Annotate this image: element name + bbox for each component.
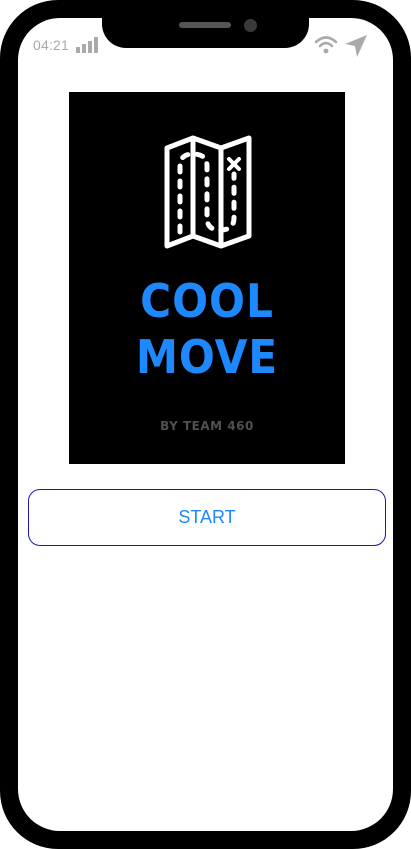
wifi-icon: [314, 36, 338, 54]
status-time: 04:21: [33, 37, 70, 53]
byline: BY TEAM 460: [160, 419, 254, 433]
phone-frame: 04:21 COOL MOVE BY TEAM 460 START: [0, 0, 411, 849]
start-button[interactable]: START: [28, 489, 386, 546]
splash-logo-card: COOL MOVE BY TEAM 460: [69, 92, 345, 464]
app-title-line-2: MOVE: [135, 330, 279, 384]
signal-bars-icon: [76, 37, 98, 53]
folded-map-icon: [164, 135, 252, 249]
speaker-grille: [179, 22, 231, 28]
location-arrow-icon: [345, 35, 367, 57]
app-title-line-1: COOL: [140, 274, 274, 328]
front-camera: [244, 19, 257, 32]
